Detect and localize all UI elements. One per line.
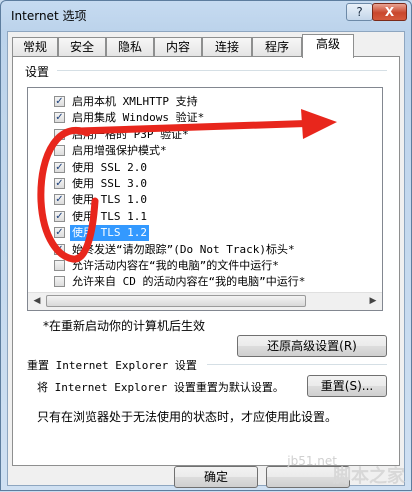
checkbox-checked-icon[interactable]: ✓ <box>54 210 65 222</box>
watermark-site: jb51.net <box>287 454 337 468</box>
tab-connections[interactable]: 连接 <box>202 37 252 57</box>
tab-privacy[interactable]: 隐私 <box>106 37 154 57</box>
close-button[interactable]: X <box>372 3 407 21</box>
window-title: Internet 选项 <box>11 9 87 23</box>
internet-options-window: Internet 选项 ? X 常规 安全 隐私 内容 连接 程序 高级 设置 … <box>0 0 412 491</box>
settings-item-label: 启用增强保护模式* <box>72 144 167 158</box>
settings-list-item[interactable]: ✓ 使用 TLS 1.2 <box>28 225 378 242</box>
horizontal-scrollbar[interactable]: ◀ ▶ <box>28 292 382 310</box>
settings-item-label: 使用 SSL 2.0 <box>72 160 147 174</box>
settings-item-label: 使用 TLS 1.0 <box>72 193 147 207</box>
help-button[interactable]: ? <box>346 3 373 21</box>
restart-note: *在重新启动你的计算机后生效 <box>43 319 206 333</box>
settings-list-item[interactable]: ✓ 启用本机 XMLHTTP 支持 <box>28 94 378 110</box>
settings-list-item[interactable]: ✓ 使用 SSL 3.0 <box>28 176 378 192</box>
tab-advanced[interactable]: 高级 <box>302 34 354 58</box>
checkbox-unchecked-icon[interactable] <box>54 276 65 288</box>
settings-item-label: 使用 TLS 1.2 <box>70 225 149 242</box>
settings-item-label: 启用本机 XMLHTTP 支持 <box>72 95 198 108</box>
settings-list[interactable]: ✓ 启用本机 XMLHTTP 支持 ✓ 启用集成 Windows 验证* 启用严格的 P… <box>27 87 383 311</box>
settings-item-label: 始终发送“请勿跟踪”(Do Not Track)标头* <box>72 242 295 256</box>
reset-group-label: 重置 Internet Explorer 设置 <box>27 359 197 372</box>
dialog-client: 常规 安全 隐私 内容 连接 程序 高级 设置 ✓ 启用本机 XMLHTTP 支持… <box>7 31 405 488</box>
checkbox-checked-icon[interactable]: ✓ <box>54 178 65 189</box>
reset-note: 只有在浏览器处于无法使用的状态时，才应使用此设置。 <box>37 410 338 424</box>
settings-item-label: 使用 TLS 1.1 <box>72 209 147 223</box>
settings-divider <box>57 70 387 71</box>
settings-list-item[interactable]: ✓ 使用 SSL 2.0 <box>28 160 378 176</box>
settings-list-item[interactable]: ✓ 始终发送“请勿跟踪”(Do Not Track)标头* <box>28 242 378 258</box>
checkbox-checked-icon[interactable]: ✓ <box>54 96 65 107</box>
advanced-panel: 设置 ✓ 启用本机 XMLHTTP 支持 ✓ 启用集成 Windows 验证* 启用严格… <box>12 56 400 466</box>
ok-button[interactable]: 确定 <box>174 466 258 488</box>
checkbox-checked-icon[interactable]: ✓ <box>54 227 65 239</box>
reset-description: 将 Internet Explorer 设置重置为默认设置。 <box>37 381 284 394</box>
settings-list-item[interactable]: 启用增强保护模式* <box>28 143 378 159</box>
checkbox-checked-icon[interactable]: ✓ <box>54 112 65 124</box>
reset-button[interactable]: 重置(S)... <box>307 375 387 397</box>
scroll-left-icon[interactable]: ◀ <box>29 294 45 309</box>
settings-item-label: 允许活动内容在“我的电脑”的文件中运行* <box>72 259 279 272</box>
checkbox-checked-icon[interactable]: ✓ <box>54 161 65 173</box>
reset-divider <box>207 364 387 365</box>
settings-list-item[interactable]: ✓ 启用集成 Windows 验证* <box>28 110 378 126</box>
checkbox-checked-icon[interactable]: ✓ <box>54 194 65 206</box>
tab-programs[interactable]: 程序 <box>252 37 302 57</box>
settings-item-label: 启用严格的 P3P 验证* <box>72 127 189 141</box>
settings-list-item[interactable]: 允许来自 CD 的活动内容在“我的电脑”中运行* <box>28 274 378 290</box>
tab-content[interactable]: 内容 <box>154 37 202 57</box>
settings-item-label: 使用 SSL 3.0 <box>72 177 147 190</box>
title-bar[interactable]: Internet 选项 ? X <box>1 1 411 29</box>
settings-list-item[interactable]: ✓ 使用 TLS 1.0 <box>28 192 378 208</box>
watermark-name: 脚本之家 <box>333 466 405 487</box>
settings-list-item[interactable]: ✓ 使用 TLS 1.1 <box>28 209 378 225</box>
tab-security[interactable]: 安全 <box>58 37 106 57</box>
checkbox-checked-icon[interactable]: ✓ <box>54 243 65 255</box>
scroll-right-icon[interactable]: ▶ <box>365 294 381 309</box>
settings-list-item[interactable]: 启用严格的 P3P 验证* <box>28 127 378 143</box>
checkbox-unchecked-icon[interactable] <box>54 260 65 271</box>
checkbox-unchecked-icon[interactable] <box>54 145 65 157</box>
scroll-thumb[interactable] <box>46 295 306 307</box>
settings-item-label: 允许来自 CD 的活动内容在“我的电脑”中运行* <box>72 275 306 289</box>
settings-item-label: 启用集成 Windows 验证* <box>72 111 205 125</box>
tab-general[interactable]: 常规 <box>12 37 58 57</box>
settings-list-item[interactable]: 允许活动内容在“我的电脑”的文件中运行* <box>28 258 378 274</box>
restore-advanced-settings-button[interactable]: 还原高级设置(R) <box>237 335 387 357</box>
checkbox-unchecked-icon[interactable] <box>54 128 65 140</box>
settings-group-label: 设置 <box>25 65 50 79</box>
